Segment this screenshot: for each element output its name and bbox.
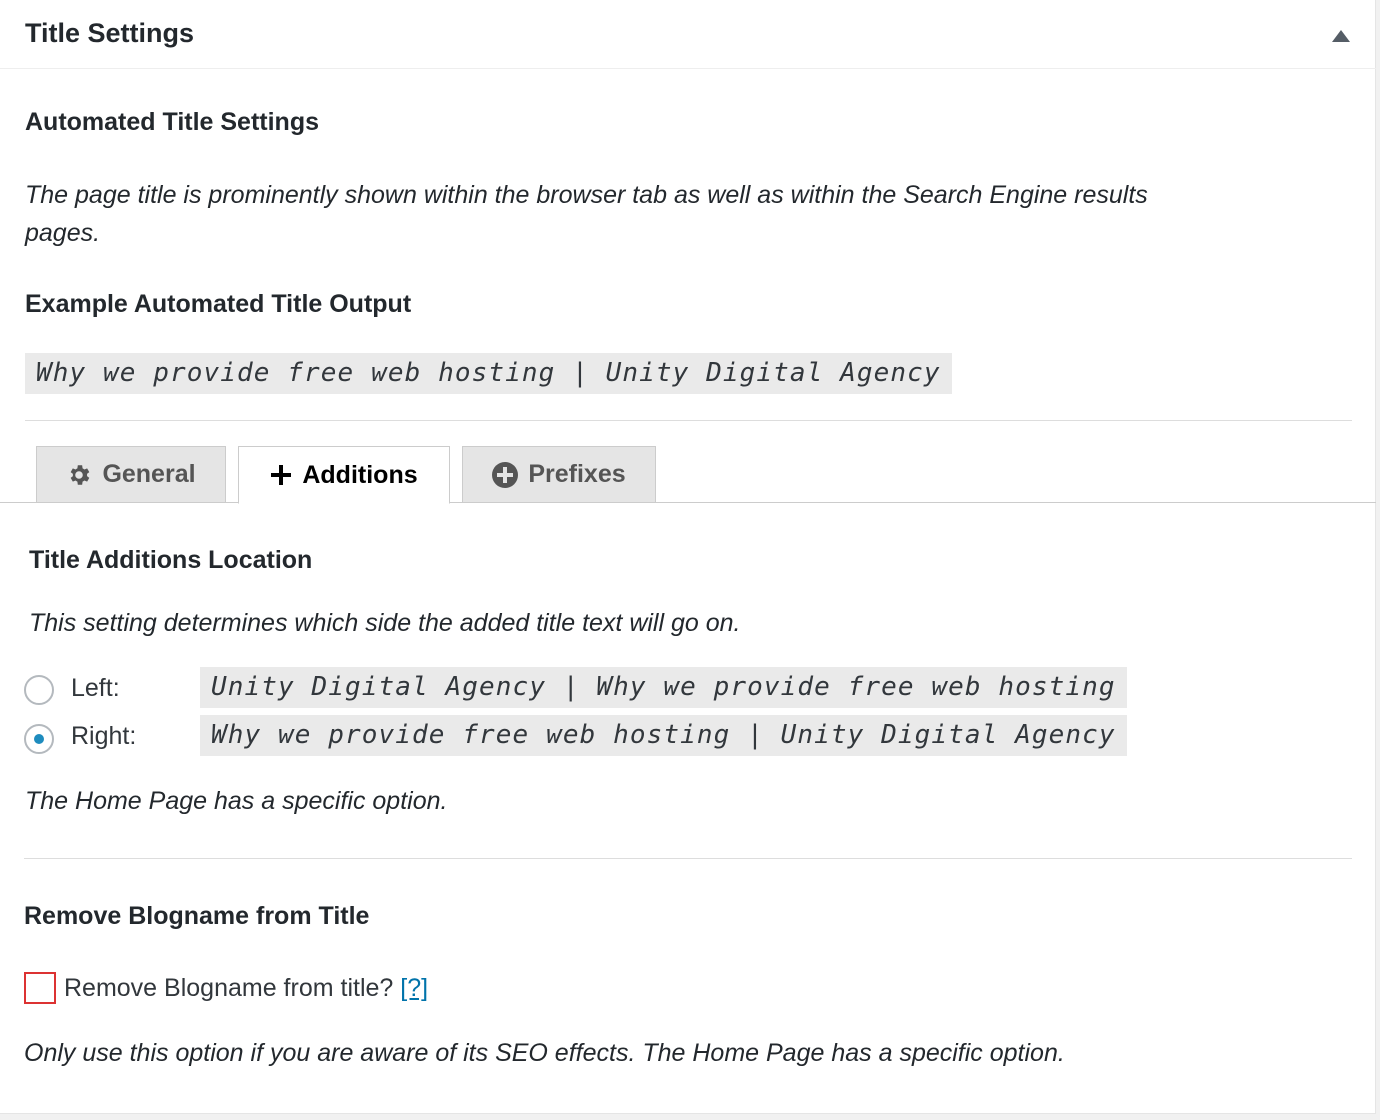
additions-location-description: This setting determines which side the a… — [29, 609, 741, 637]
plus-icon — [270, 464, 292, 486]
radio-left[interactable] — [24, 675, 54, 705]
panel-title: Title Settings — [25, 18, 195, 48]
panel-header[interactable]: Title Settings — [0, 0, 1376, 69]
example-output-code: Why we provide free web hosting | Unity … — [25, 353, 952, 394]
remove-blogname-heading: Remove Blogname from Title — [24, 902, 370, 930]
triangle-up-icon[interactable] — [1332, 30, 1350, 42]
radio-right-label: Right: — [71, 722, 137, 750]
tab-additions-label: Additions — [302, 460, 418, 489]
radio-left-label: Left: — [71, 674, 120, 702]
blogname-seo-note: Only use this option if you are aware of… — [24, 1039, 1065, 1067]
tab-additions[interactable]: Additions — [238, 446, 450, 504]
tab-general-label: General — [102, 460, 196, 488]
remove-blogname-checkbox[interactable] — [24, 972, 56, 1004]
automated-description-line2: pages. — [25, 219, 101, 247]
radio-right-example: Why we provide free web hosting | Unity … — [200, 715, 1127, 756]
example-output-heading: Example Automated Title Output — [25, 290, 412, 318]
tab-prefixes[interactable]: Prefixes — [462, 446, 656, 503]
radio-right[interactable] — [24, 724, 54, 754]
section-divider-2 — [24, 858, 1352, 859]
help-link[interactable]: [?] — [400, 974, 428, 1002]
remove-blogname-label-text: Remove Blogname from title? — [64, 974, 394, 1002]
radio-left-example: Unity Digital Agency | Why we provide fr… — [200, 667, 1127, 708]
additions-location-heading: Title Additions Location — [29, 546, 313, 574]
title-settings-panel: Title Settings Automated Title Settings … — [0, 0, 1376, 1114]
remove-blogname-label: Remove Blogname from title? [?] — [64, 974, 428, 1003]
gear-icon — [66, 462, 92, 488]
home-page-note: The Home Page has a specific option. — [25, 787, 448, 815]
tab-general[interactable]: General — [36, 446, 226, 503]
section-divider — [25, 420, 1352, 421]
tab-prefixes-label: Prefixes — [528, 460, 626, 488]
automated-description-line1: The page title is prominently shown with… — [25, 181, 1148, 209]
automated-title-heading: Automated Title Settings — [25, 108, 320, 136]
plus-circle-icon — [492, 461, 519, 488]
